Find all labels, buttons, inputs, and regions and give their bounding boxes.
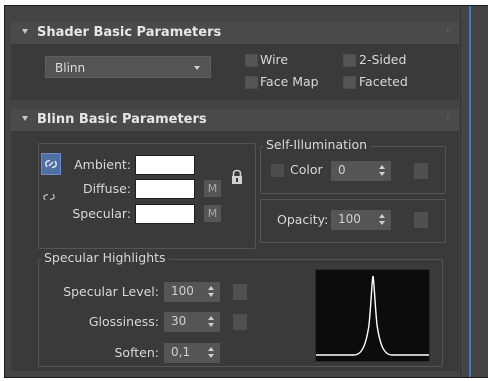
spinner-arrows-icon xyxy=(379,213,385,227)
blinn-basic-parameters-rollout: Blinn Basic Parameters ⠿ Ambient: Diffus… xyxy=(11,109,459,371)
ambient-label: Ambient: xyxy=(74,157,131,172)
self-illum-color-checkbox[interactable] xyxy=(271,164,284,177)
opacity-value: 100 xyxy=(338,212,361,226)
grip-icon: ⠿ xyxy=(445,114,451,122)
spinner-arrows-icon xyxy=(208,315,214,329)
opacity-map-button[interactable] xyxy=(414,212,428,228)
soften-spinner[interactable]: 0,1 xyxy=(164,343,220,363)
self-illum-color-label: Color xyxy=(290,162,323,177)
glossiness-value: 30 xyxy=(171,314,187,328)
blinn-rollout-title: Blinn Basic Parameters xyxy=(37,112,207,127)
material-editor-panel: Shader Basic Parameters ⠿ Blinn Wire 2-S… xyxy=(4,5,488,378)
collapse-triangle-icon xyxy=(22,116,28,121)
self-illum-spinner[interactable]: 0 xyxy=(331,161,391,181)
spinner-arrows-icon xyxy=(379,164,385,178)
panel-scrollbar[interactable] xyxy=(460,6,488,377)
soften-value: 0,1 xyxy=(171,345,191,359)
opacity-spinner[interactable]: 100 xyxy=(331,210,391,230)
wire-checkbox[interactable] xyxy=(245,54,258,67)
specular-level-value: 100 xyxy=(171,284,194,298)
self-illumination-title: Self-Illumination xyxy=(263,137,371,152)
diffuse-color-swatch[interactable] xyxy=(135,179,195,199)
diffuse-map-button[interactable]: M xyxy=(204,180,221,197)
scrollbar-thumb[interactable] xyxy=(469,6,471,377)
lock-ambient-diffuse-button[interactable] xyxy=(41,153,61,175)
collapse-triangle-icon xyxy=(22,29,28,34)
chain-link-icon xyxy=(45,159,57,169)
specular-label: Specular: xyxy=(72,206,131,221)
shader-type-dropdown[interactable]: Blinn xyxy=(45,56,211,78)
two-sided-checkbox[interactable] xyxy=(343,54,356,67)
dropdown-arrow-icon xyxy=(194,66,200,70)
highlight-curve xyxy=(316,275,429,356)
self-illum-value: 0 xyxy=(338,163,346,177)
shader-type-value: Blinn xyxy=(55,61,86,75)
face-map-label: Face Map xyxy=(260,74,319,89)
specular-highlight-graph xyxy=(315,269,430,362)
specular-level-label: Specular Level: xyxy=(63,284,159,299)
ambient-color-swatch[interactable] xyxy=(135,155,195,175)
shader-rollout-title: Shader Basic Parameters xyxy=(37,25,222,40)
face-map-checkbox[interactable] xyxy=(245,76,258,89)
specular-level-map-button[interactable] xyxy=(233,284,247,300)
self-illum-map-button[interactable] xyxy=(414,163,428,179)
glossiness-map-button[interactable] xyxy=(233,314,247,330)
spinner-arrows-icon xyxy=(208,346,214,360)
wire-label: Wire xyxy=(260,52,289,67)
two-sided-label: 2-Sided xyxy=(359,52,407,67)
blinn-rollout-header[interactable]: Blinn Basic Parameters ⠿ xyxy=(11,109,459,131)
specular-highlights-title: Specular Highlights xyxy=(41,250,169,265)
shader-rollout-header[interactable]: Shader Basic Parameters ⠿ xyxy=(11,22,459,44)
diffuse-label: Diffuse: xyxy=(82,181,131,196)
glossiness-label: Glossiness: xyxy=(88,314,159,329)
lock-icon[interactable] xyxy=(230,169,244,185)
shader-basic-parameters-rollout: Shader Basic Parameters ⠿ Blinn Wire 2-S… xyxy=(11,22,459,100)
faceted-label: Faceted xyxy=(359,74,408,89)
glossiness-spinner[interactable]: 30 xyxy=(164,312,220,332)
opacity-label: Opacity: xyxy=(277,212,329,227)
faceted-checkbox[interactable] xyxy=(343,76,356,89)
specular-level-spinner[interactable]: 100 xyxy=(164,282,220,302)
grip-icon: ⠿ xyxy=(445,27,451,35)
chain-link-icon[interactable] xyxy=(41,189,57,205)
spinner-arrows-icon xyxy=(208,285,214,299)
specular-color-swatch[interactable] xyxy=(135,204,195,224)
soften-label: Soften: xyxy=(114,345,160,360)
specular-map-button[interactable]: M xyxy=(204,205,221,222)
